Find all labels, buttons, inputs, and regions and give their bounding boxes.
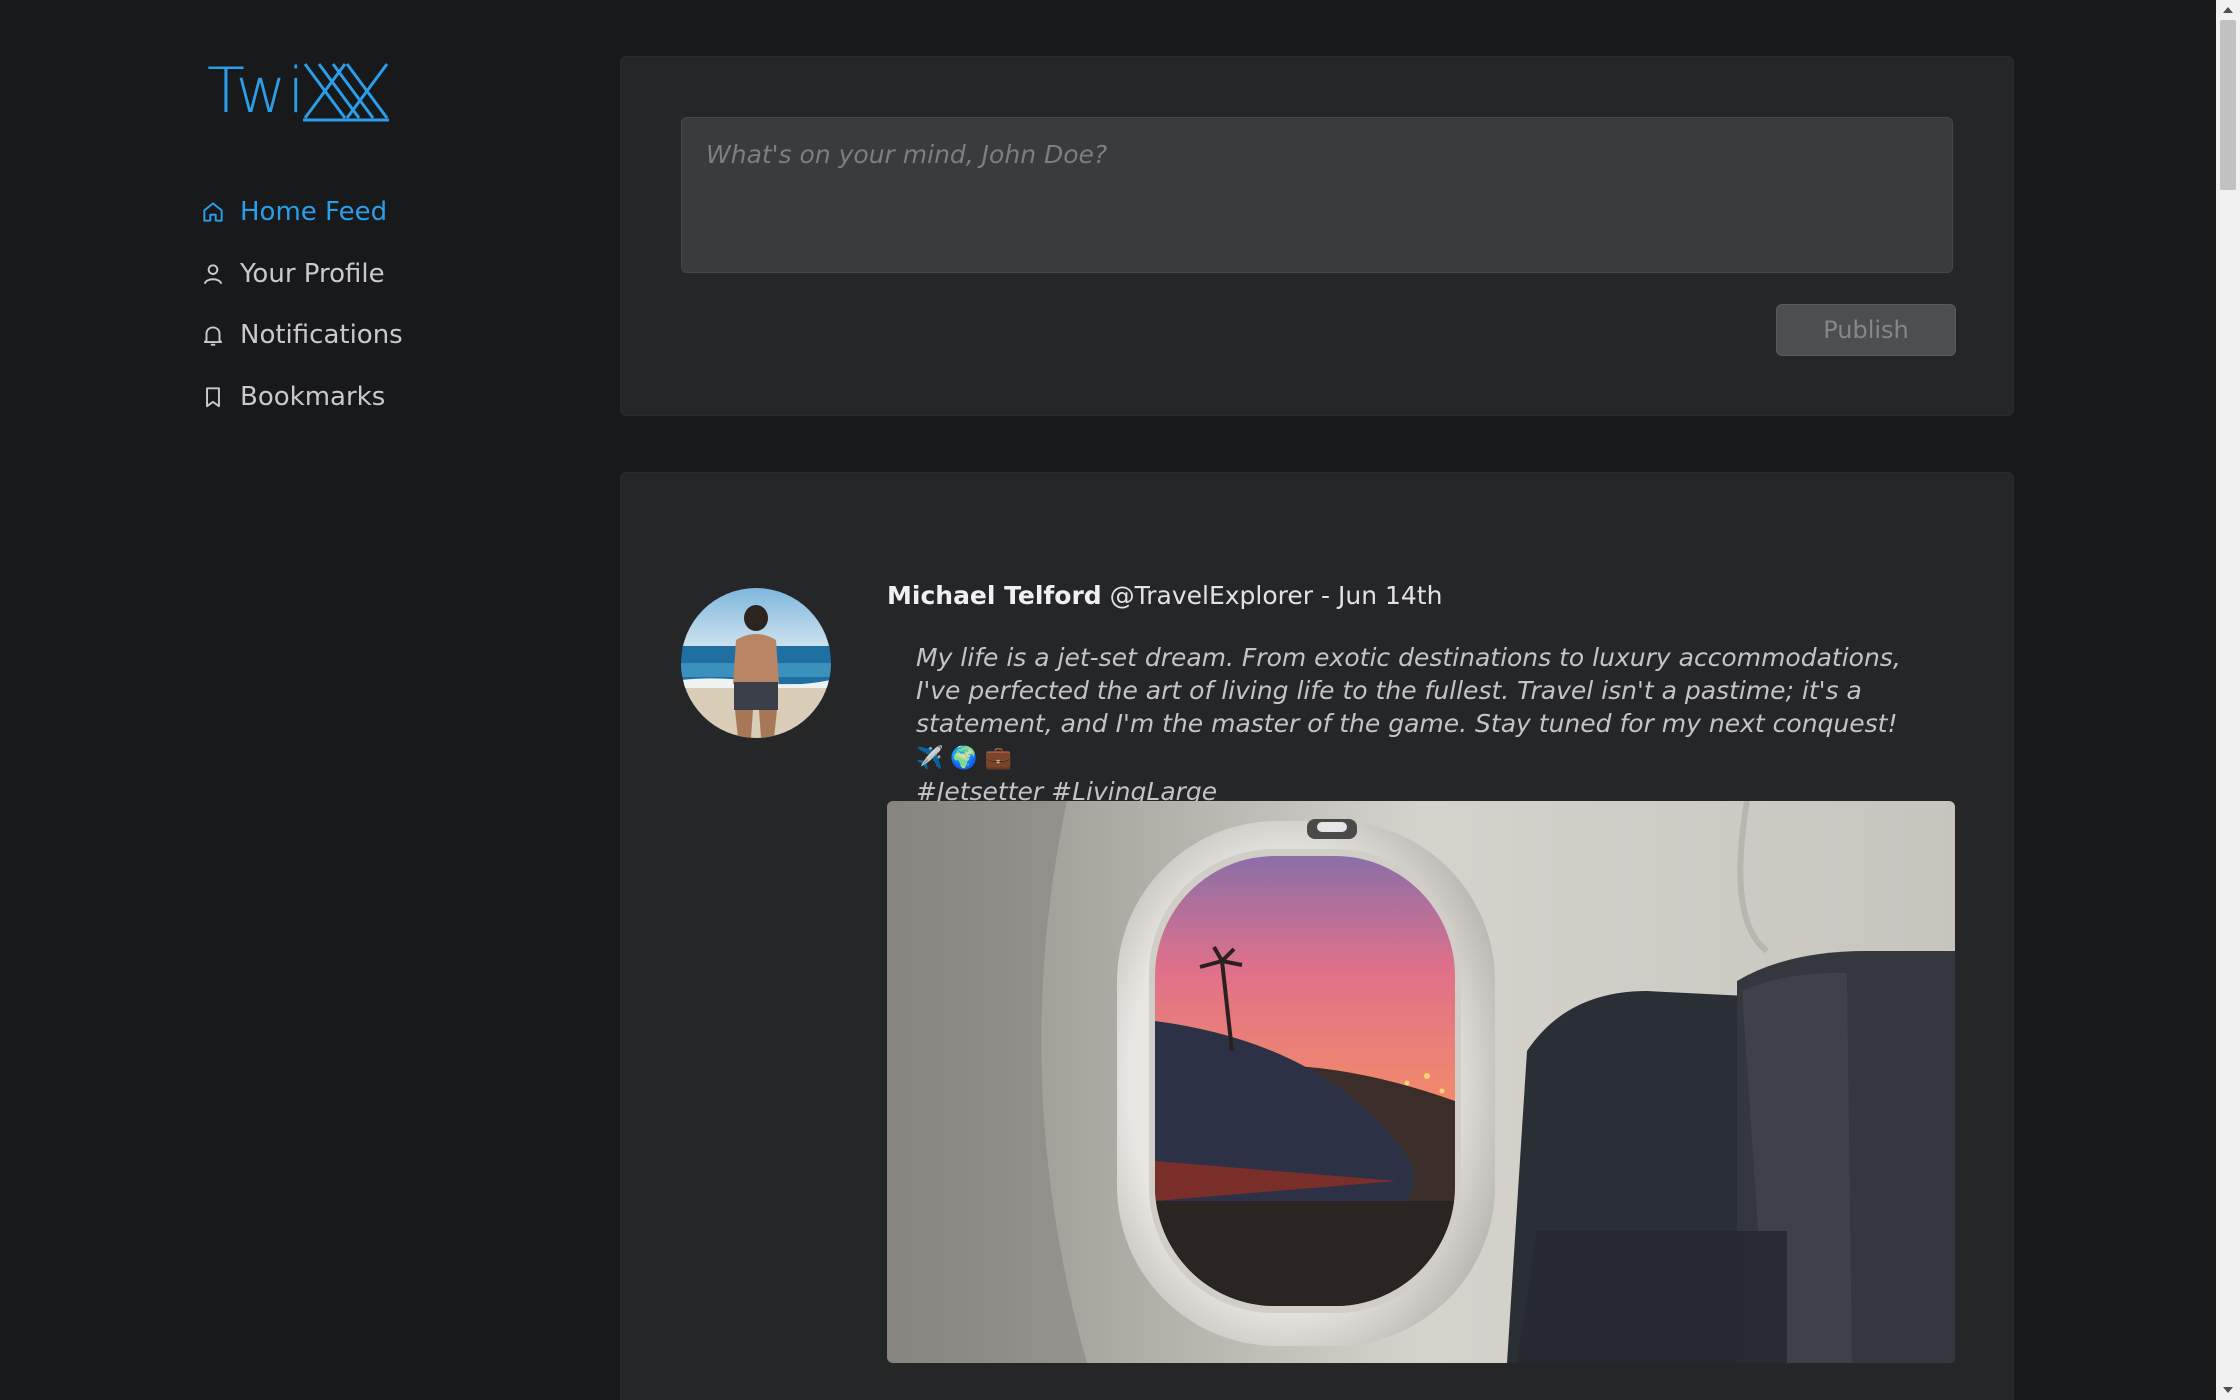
nav-item-label: Notifications [240,320,403,350]
nav-item-label: Your Profile [240,259,385,289]
post-header: Michael Telford @TravelExplorer - Jun 14… [887,581,1442,610]
publish-button[interactable]: Publish [1776,304,1956,356]
post-author-name[interactable]: Michael Telford [887,581,1102,610]
nav-item-home-feed[interactable]: Home Feed [200,188,540,236]
avatar[interactable] [681,588,831,738]
bell-icon [200,322,226,348]
app-viewport: Twi Home Feed Your Profile Notifications… [0,0,2240,1400]
scroll-up-icon[interactable] [2216,0,2240,20]
compose-textarea[interactable] [681,117,1953,273]
post-emojis: ✈️ 🌍 💼 [916,746,1013,771]
logo[interactable]: Twi [207,56,397,126]
nav-item-label: Bookmarks [240,382,386,412]
avatar-photo [681,588,831,738]
post-text: My life is a jet-set dream. From exotic … [916,641,1926,808]
airplane-window-photo [887,801,1955,1363]
post-meta: @TravelExplorer - Jun 14th [1101,581,1443,610]
home-icon [200,199,226,225]
logo-x-mark [303,63,389,122]
scrollbar-thumb[interactable] [2220,20,2236,190]
page-scrollbar[interactable] [2216,0,2240,1400]
nav-item-notifications[interactable]: Notifications [200,311,540,359]
scroll-down-icon[interactable] [2216,1380,2240,1400]
post-composer: 280 Publish [620,56,2014,416]
feed-post-card: Michael Telford @TravelExplorer - Jun 14… [620,472,2014,1400]
logo-text: Twi [207,54,306,127]
user-icon [200,261,226,287]
nav-item-bookmarks[interactable]: Bookmarks [200,373,540,421]
post-body-text: My life is a jet-set dream. From exotic … [916,643,1901,738]
post-image[interactable] [887,801,1955,1363]
bookmark-icon [200,384,226,410]
nav-item-your-profile[interactable]: Your Profile [200,250,540,298]
nav-item-label: Home Feed [240,197,388,227]
